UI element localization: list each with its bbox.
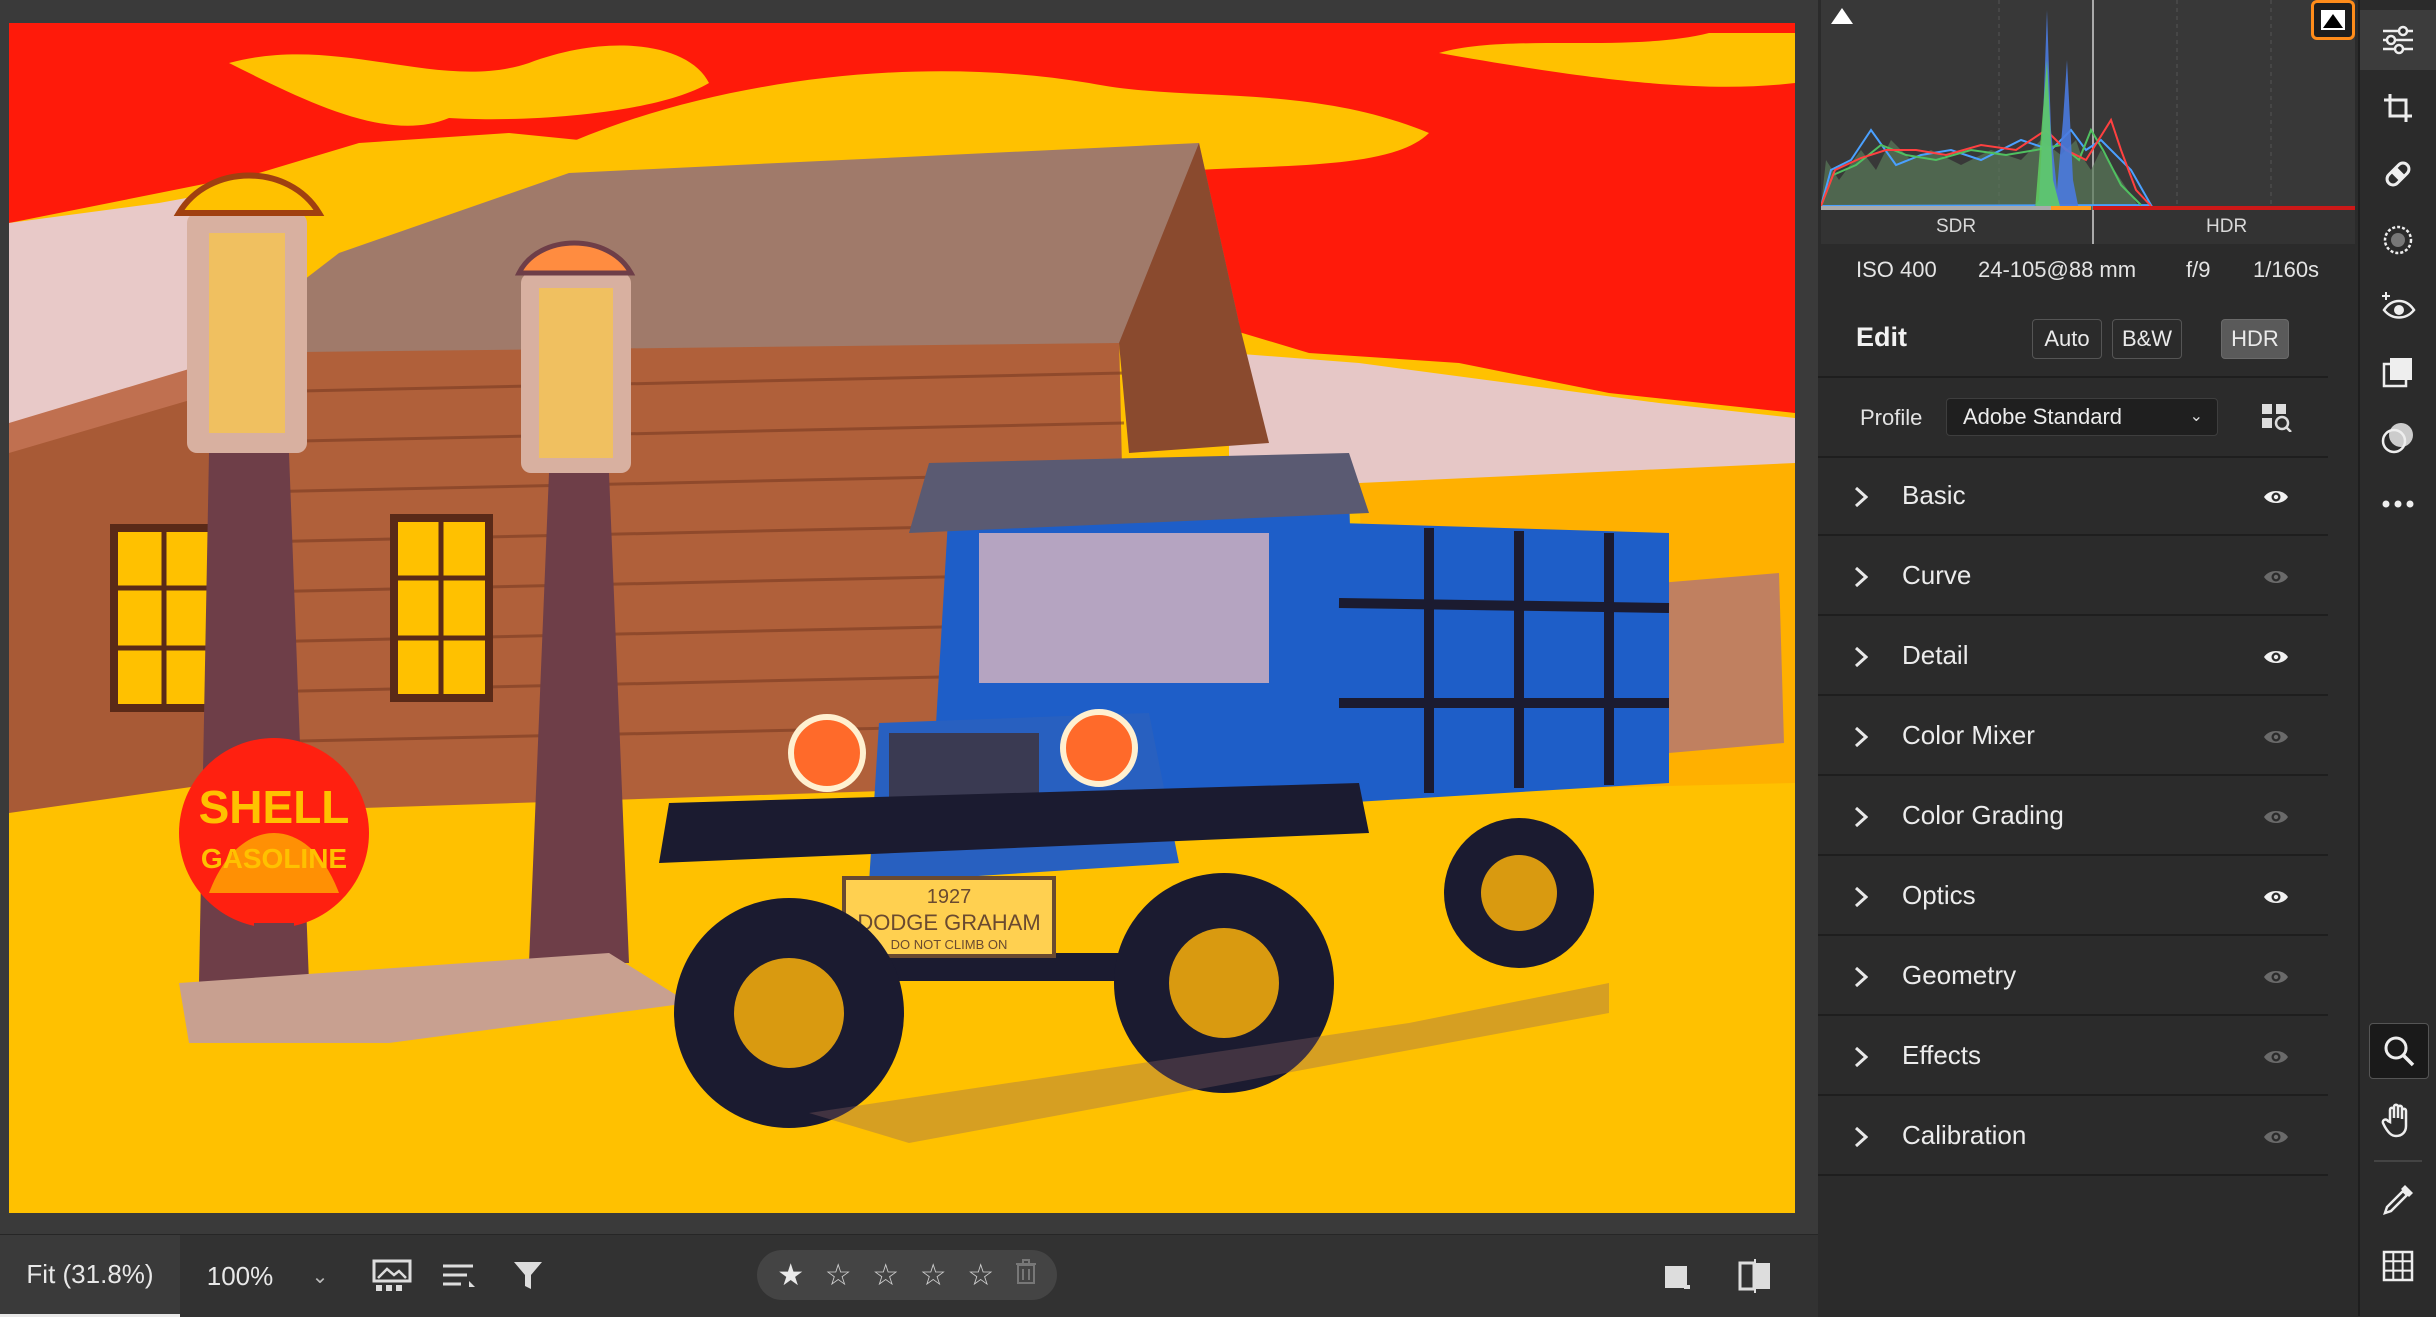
eye-icon[interactable] [2263,888,2289,911]
snapshots-icon[interactable] [2360,408,2436,468]
section-color-grading[interactable]: Color Grading [1818,778,2328,856]
grid-overlay-icon[interactable] [2360,1236,2436,1296]
photo-preview[interactable]: SHELL GASOLINE 1927 DODGE GRAHAM DO NOT … [9,23,1795,1213]
chevron-right-icon[interactable] [1854,486,1869,513]
highlight-clipping-icon[interactable] [2311,0,2355,40]
chevron-right-icon[interactable] [1854,566,1869,593]
section-label: Curve [1902,560,1972,590]
section-optics[interactable]: Optics [1818,858,2328,936]
eye-icon[interactable] [2263,648,2289,671]
eye-icon[interactable] [2263,808,2289,831]
section-label: Basic [1902,480,1966,510]
star-empty-icon[interactable]: ☆ [920,1258,947,1293]
section-label: Color Grading [1902,800,2064,830]
eye-icon[interactable] [2263,728,2289,751]
before-after-icon[interactable] [1728,1235,1782,1317]
profile-browser-icon[interactable] [2260,402,2292,437]
section-label: Color Mixer [1902,720,2035,750]
profile-label: Profile [1860,405,1923,430]
section-label: Detail [1902,640,1969,670]
exif-info: ISO 400 24-105@88 mm f/9 1/160s [1818,248,2358,292]
healing-icon[interactable] [2360,144,2436,204]
hand-tool-icon[interactable] [2360,1090,2436,1150]
red-eye-icon[interactable] [2360,276,2436,336]
chevron-right-icon[interactable] [1854,1046,1869,1073]
eye-icon[interactable] [2263,568,2289,591]
trash-icon[interactable] [1015,1258,1037,1292]
hdr-button[interactable]: HDR [2221,319,2289,359]
section-label: Optics [1902,880,1976,910]
black-white-button[interactable]: B&W [2112,319,2182,359]
zoom-100-button[interactable]: 100% [180,1235,300,1317]
canvas-area: SHELL GASOLINE 1927 DODGE GRAHAM DO NOT … [0,0,1818,1234]
color-sampler-icon[interactable] [2360,1170,2436,1230]
section-detail[interactable]: Detail [1818,618,2328,696]
section-geometry[interactable]: Geometry [1818,938,2328,1016]
masking-icon[interactable] [2360,210,2436,270]
exif-lens: 24-105@88 mm [1978,257,2137,282]
chevron-right-icon[interactable] [1854,886,1869,913]
chevron-down-icon: ⌄ [2189,408,2203,425]
eye-icon[interactable] [2263,1048,2289,1071]
section-curve[interactable]: Curve [1818,538,2328,616]
photo-image: SHELL GASOLINE 1927 DODGE GRAHAM DO NOT … [9,23,1795,1213]
section-label: Geometry [1902,960,2017,990]
chevron-right-icon[interactable] [1854,966,1869,993]
edit-tool-icon[interactable] [2360,10,2436,70]
crop-icon[interactable] [2360,78,2436,138]
section-basic[interactable]: Basic [1818,458,2328,536]
profile-select[interactable]: Adobe Standard ⌄ [1946,398,2218,436]
histogram-sdr-label: SDR [1936,216,1977,237]
filmstrip-icon[interactable] [365,1235,419,1317]
plate-text-year: 1927 [927,886,972,908]
sort-icon[interactable] [432,1235,486,1317]
zoom-fit-button[interactable]: Fit (31.8%) [0,1235,180,1317]
chevron-right-icon[interactable] [1854,806,1869,833]
section-label: Effects [1902,1040,1982,1070]
shadow-clipping-icon[interactable] [1829,4,1855,26]
star-rating[interactable]: ★ ☆ ☆ ☆ ☆ [757,1250,1057,1300]
chevron-right-icon[interactable] [1854,726,1869,753]
presets-icon[interactable] [2360,342,2436,402]
single-view-icon[interactable] [1650,1235,1704,1317]
star-empty-icon[interactable]: ☆ [872,1258,899,1293]
eye-icon[interactable] [2263,488,2289,511]
sign-text-shell: SHELL [199,781,350,833]
more-options-icon[interactable] [2360,474,2436,534]
profile-row: Profile Adobe Standard ⌄ [1818,378,2328,458]
filter-icon[interactable] [502,1235,556,1317]
eye-icon[interactable] [2263,968,2289,991]
edit-title: Edit [1856,322,1907,352]
tool-strip [2358,0,2436,1316]
profile-value: Adobe Standard [1963,404,2123,429]
auto-button[interactable]: Auto [2032,319,2102,359]
histogram: SDR HDR [1821,0,2355,244]
exif-aperture: f/9 [2186,257,2211,282]
star-empty-icon[interactable]: ☆ [967,1258,994,1293]
exif-iso: ISO 400 [1856,257,1937,282]
plate-text-warning: DO NOT CLIMB ON [891,937,1008,952]
zoom-dropdown-chevron-icon[interactable]: ⌄ [300,1235,340,1317]
section-label: Calibration [1902,1120,2027,1150]
sign-text-gasoline: GASOLINE [201,843,347,874]
star-empty-icon[interactable]: ☆ [825,1258,852,1293]
section-color-mixer[interactable]: Color Mixer [1818,698,2328,776]
exif-shutter: 1/160s [2253,257,2320,282]
histogram-hdr-label: HDR [2206,216,2248,237]
edit-panel: SDR HDR ISO 400 24-105@88 mm f/9 1/160s … [1818,0,2358,1316]
zoom-tool-icon[interactable] [2369,1023,2429,1079]
star-filled-icon[interactable]: ★ [777,1258,804,1293]
chevron-right-icon[interactable] [1854,1126,1869,1153]
plate-text-model: DODGE GRAHAM [857,910,1040,935]
section-calibration[interactable]: Calibration [1818,1098,2328,1176]
chevron-right-icon[interactable] [1854,646,1869,673]
edit-header: Edit Auto B&W HDR [1818,300,2328,378]
section-effects[interactable]: Effects [1818,1018,2328,1096]
eye-icon[interactable] [2263,1128,2289,1151]
histogram-graph [1821,0,2355,244]
